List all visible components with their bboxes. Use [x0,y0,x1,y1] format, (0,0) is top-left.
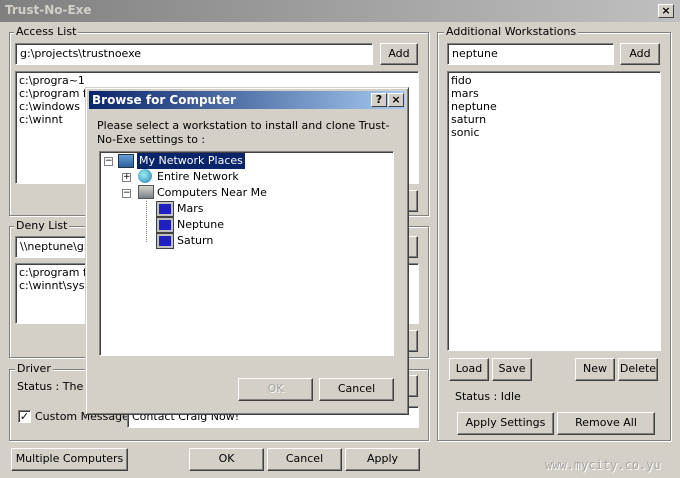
dialog-ok-button[interactable]: OK [238,378,313,401]
cancel-button[interactable]: Cancel [267,448,342,471]
deny-list-label: Deny List [14,219,70,232]
help-button[interactable]: ? [371,93,387,107]
load-button[interactable]: Load [449,358,489,381]
tree-node-computer[interactable]: Saturn [177,233,213,249]
computer-tree[interactable]: − My Network Places + Entire Network − C… [99,151,394,356]
window-title: Trust-No-Exe [5,3,92,17]
dialog-cancel-button[interactable]: Cancel [319,378,394,401]
apply-settings-button[interactable]: Apply Settings [457,412,554,435]
apply-button[interactable]: Apply [345,448,420,471]
driver-status: Status : The s [17,380,93,393]
ok-button[interactable]: OK [189,448,264,471]
workstation-add-button[interactable]: Add [620,43,660,65]
collapse-icon[interactable]: − [104,157,113,166]
access-list-label: Access List [14,25,79,38]
dialog-prompt: Please select a workstation to install a… [97,119,390,146]
remove-all-button[interactable]: Remove All [557,412,655,435]
multiple-computers-button[interactable]: Multiple Computers [11,448,128,471]
globe-icon [138,169,152,183]
access-add-button[interactable]: Add [380,43,418,65]
expand-icon[interactable]: + [122,173,131,182]
tree-node-computers-near-me[interactable]: Computers Near Me [157,185,267,201]
workstation-input[interactable]: neptune [447,43,614,65]
watermark: www.mycity.co.yu [545,458,661,472]
dialog-title: Browse for Computer [92,93,236,107]
list-item[interactable]: neptune [451,100,657,113]
list-item[interactable]: mars [451,87,657,100]
access-path-input[interactable]: g:\projects\trustnoexe [15,43,373,65]
window-title-bar: Trust-No-Exe [0,0,680,22]
delete-button[interactable]: Delete [618,358,658,381]
computer-icon [156,233,174,249]
tree-line [146,201,156,242]
driver-label: Driver [15,362,53,375]
tree-node-my-network-places[interactable]: My Network Places [137,153,245,169]
computer-icon [156,217,174,233]
list-item[interactable]: saturn [451,113,657,126]
computer-icon [156,201,174,217]
workstation-status: Status : Idle [455,390,521,403]
dialog-title-bar: Browse for Computer [89,91,405,109]
list-item[interactable]: c:\progra~1 [19,74,415,87]
tree-node-computer[interactable]: Neptune [177,217,224,233]
save-button[interactable]: Save [492,358,532,381]
list-item[interactable]: fido [451,74,657,87]
computers-near-me-icon [138,185,154,199]
window-close-button[interactable]: × [658,4,674,18]
browse-for-computer-dialog: Browse for Computer ? × Please select a … [85,87,409,415]
new-button[interactable]: New [575,358,615,381]
list-item[interactable]: sonic [451,126,657,139]
dialog-close-button[interactable]: × [388,93,404,107]
network-places-icon [118,154,134,168]
tree-node-computer[interactable]: Mars [177,201,204,217]
collapse-icon[interactable]: − [122,189,131,198]
workstations-label: Additional Workstations [444,25,579,38]
custom-message-checkbox[interactable]: ✓ [18,410,31,423]
tree-node-entire-network[interactable]: Entire Network [157,169,239,185]
workstations-listbox[interactable]: fido mars neptune saturn sonic [447,71,661,351]
